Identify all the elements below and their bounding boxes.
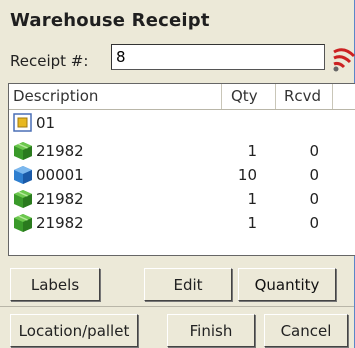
divider <box>0 306 354 307</box>
row-description: 00001 <box>36 166 84 184</box>
column-header-rcvd[interactable]: Rcvd <box>284 87 321 105</box>
column-header-description[interactable]: Description <box>13 87 98 105</box>
row-description: 21982 <box>36 214 84 232</box>
row-description: 21982 <box>36 142 84 160</box>
finish-button[interactable]: Finish <box>167 314 255 347</box>
quantity-button[interactable]: Quantity <box>238 268 336 301</box>
list-header: Description Qty Rcvd <box>9 84 355 110</box>
column-divider <box>221 84 222 109</box>
items-list[interactable]: Description Qty Rcvd 01 21982 1 0 00001 … <box>8 83 355 256</box>
row-rcvd: 0 <box>309 166 319 184</box>
row-rcvd: 0 <box>309 142 319 160</box>
list-item[interactable]: 21982 1 0 <box>9 212 355 235</box>
green-box-icon <box>14 142 32 160</box>
package-folder-icon <box>13 113 32 132</box>
green-box-icon <box>14 214 32 232</box>
wireless-signal-icon <box>333 48 355 72</box>
row-description: 21982 <box>36 190 84 208</box>
list-item[interactable]: 21982 1 0 <box>9 188 355 211</box>
receipt-number-input[interactable]: 8 <box>111 44 325 70</box>
row-qty: 10 <box>237 166 257 184</box>
edit-button[interactable]: Edit <box>144 268 232 301</box>
cancel-button[interactable]: Cancel <box>264 314 348 347</box>
row-description: 01 <box>36 114 56 132</box>
warehouse-receipt-screen: Warehouse Receipt Receipt #: 8 Descripti… <box>0 0 355 348</box>
list-item[interactable]: 00001 10 0 <box>9 164 355 187</box>
page-title: Warehouse Receipt <box>10 10 210 31</box>
column-divider <box>332 84 333 109</box>
blue-box-icon <box>14 166 32 184</box>
list-item[interactable]: 21982 1 0 <box>9 140 355 163</box>
row-qty: 1 <box>247 190 257 208</box>
list-item[interactable]: 01 <box>9 112 355 135</box>
row-rcvd: 0 <box>309 190 319 208</box>
location-pallet-button[interactable]: Location/pallet <box>10 314 138 347</box>
green-box-icon <box>14 190 32 208</box>
column-header-qty[interactable]: Qty <box>231 87 258 105</box>
row-qty: 1 <box>247 142 257 160</box>
row-qty: 1 <box>247 214 257 232</box>
row-rcvd: 0 <box>309 214 319 232</box>
labels-button[interactable]: Labels <box>10 268 100 301</box>
receipt-number-label: Receipt #: <box>10 52 89 70</box>
column-divider <box>275 84 276 109</box>
